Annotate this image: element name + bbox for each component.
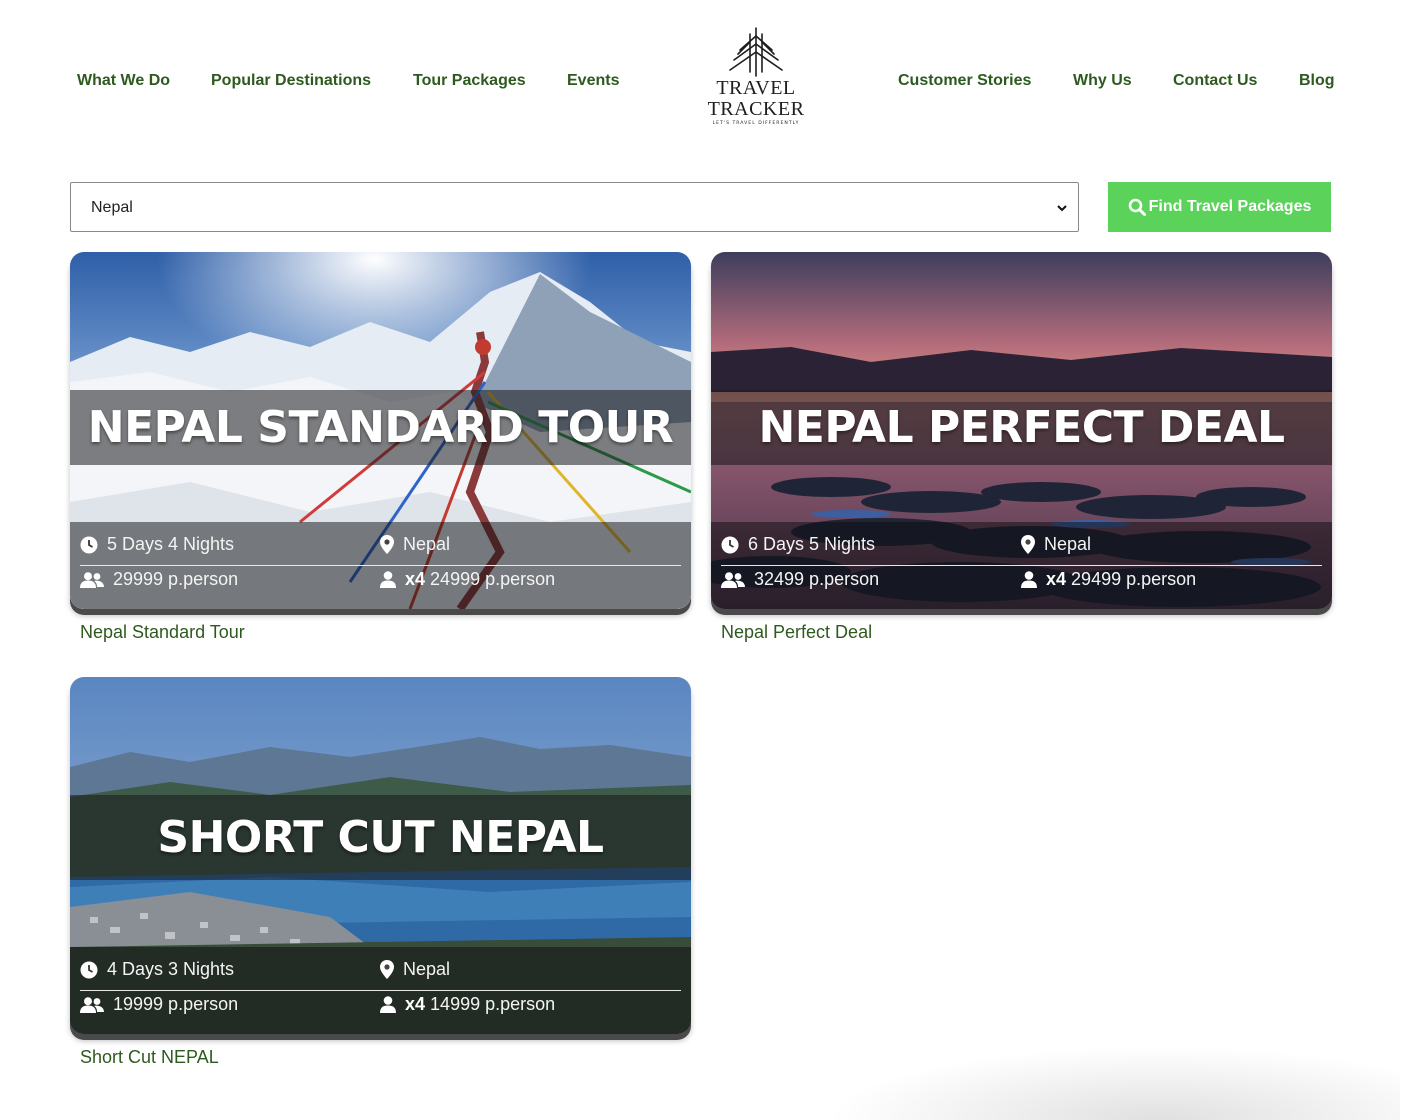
package-title-band: SHORT CUT NEPAL — [70, 795, 691, 880]
nav-tour-packages[interactable]: Tour Packages — [413, 72, 526, 90]
nav-why-us[interactable]: Why Us — [1073, 72, 1132, 90]
nav-contact-us[interactable]: Contact Us — [1173, 72, 1257, 90]
location-info: Nepal — [380, 959, 450, 980]
user-icon — [380, 996, 396, 1013]
package-location: Nepal — [1044, 534, 1092, 554]
group-users-icon — [80, 571, 104, 588]
package-info-bar: 5 Days 4 Nights Nepal 29999 p.person x4 … — [70, 522, 691, 609]
location-pin-icon — [1021, 535, 1035, 554]
package-card: SHORT CUT NEPAL 4 Days 3 Nights Nepal 19… — [70, 677, 691, 1067]
info-divider — [80, 990, 681, 991]
package-title-link[interactable]: Nepal Standard Tour — [80, 622, 245, 643]
single-price-info: x4 29499 p.person — [1021, 569, 1196, 590]
clock-icon — [721, 536, 739, 553]
package-title-link[interactable]: Nepal Perfect Deal — [721, 622, 872, 643]
package-info-bar: 6 Days 5 Nights Nepal 32499 p.person x4 … — [711, 522, 1332, 609]
chevron-down-icon — [1057, 205, 1067, 212]
package-location: Nepal — [403, 959, 451, 979]
site-header: What We Do Popular Destinations Tour Pac… — [0, 0, 1401, 160]
find-travel-packages-label: Find Travel Packages — [1148, 198, 1312, 215]
package-info-bar: 4 Days 3 Nights Nepal 19999 p.person x4 … — [70, 947, 691, 1034]
duration-info: 6 Days 5 Nights — [721, 534, 875, 555]
package-image-title: NEPAL PERFECT DEAL — [758, 402, 1285, 453]
package-card-image[interactable]: NEPAL PERFECT DEAL 6 Days 5 Nights Nepal… — [711, 252, 1332, 609]
logo-tagline: LET'S TRAVEL DIFFERENTLY — [712, 121, 800, 126]
location-info: Nepal — [380, 534, 450, 555]
package-card: NEPAL PERFECT DEAL 6 Days 5 Nights Nepal… — [711, 252, 1332, 642]
clock-icon — [80, 536, 98, 553]
group-price: 19999 p.person — [113, 994, 239, 1014]
clock-icon — [80, 961, 98, 978]
nav-popular-destinations[interactable]: Popular Destinations — [211, 72, 371, 90]
package-title-band: NEPAL STANDARD TOUR — [70, 390, 691, 465]
group-price-info: 29999 p.person — [80, 569, 238, 590]
destination-select[interactable]: Nepal — [70, 182, 1079, 232]
package-card-image[interactable]: SHORT CUT NEPAL 4 Days 3 Nights Nepal 19… — [70, 677, 691, 1034]
logo-text-tracker: TRACKER — [707, 98, 805, 120]
package-card: NEPAL STANDARD TOUR 5 Days 4 Nights Nepa… — [70, 252, 691, 642]
page-shadow-decoration — [800, 1040, 1400, 1120]
info-divider — [721, 565, 1322, 566]
single-price: 29499 p.person — [1071, 569, 1197, 589]
single-price: 24999 p.person — [430, 569, 556, 589]
nav-events[interactable]: Events — [567, 72, 619, 90]
group-price-info: 32499 p.person — [721, 569, 879, 590]
info-divider — [80, 565, 681, 566]
package-title-band: NEPAL PERFECT DEAL — [711, 390, 1332, 465]
tree-logo-icon — [729, 27, 783, 77]
group-users-icon — [80, 996, 104, 1013]
package-duration: 4 Days 3 Nights — [107, 959, 235, 979]
price-multiplier: x4 — [405, 994, 426, 1014]
duration-info: 4 Days 3 Nights — [80, 959, 234, 980]
single-price-info: x4 24999 p.person — [380, 569, 555, 590]
duration-info: 5 Days 4 Nights — [80, 534, 234, 555]
group-users-icon — [721, 571, 745, 588]
price-multiplier: x4 — [405, 569, 426, 589]
group-price-info: 19999 p.person — [80, 994, 238, 1015]
user-icon — [380, 571, 396, 588]
single-price: 14999 p.person — [430, 994, 556, 1014]
package-duration: 6 Days 5 Nights — [748, 534, 876, 554]
package-image-title: NEPAL STANDARD TOUR — [87, 402, 674, 453]
search-icon — [1128, 198, 1146, 216]
site-logo[interactable]: TRAVEL TRACKER LET'S TRAVEL DIFFERENTLY — [704, 26, 808, 138]
location-info: Nepal — [1021, 534, 1091, 555]
package-card-image[interactable]: NEPAL STANDARD TOUR 5 Days 4 Nights Nepa… — [70, 252, 691, 609]
group-price: 29999 p.person — [113, 569, 239, 589]
single-price-info: x4 14999 p.person — [380, 994, 555, 1015]
destination-select-value: Nepal — [91, 199, 133, 216]
package-title-link[interactable]: Short Cut NEPAL — [80, 1047, 219, 1068]
package-location: Nepal — [403, 534, 451, 554]
nav-blog[interactable]: Blog — [1299, 72, 1335, 90]
logo-text-travel: TRAVEL — [716, 77, 796, 99]
location-pin-icon — [380, 535, 394, 554]
package-image-title: SHORT CUT NEPAL — [157, 812, 604, 863]
find-travel-packages-button[interactable]: Find Travel Packages — [1108, 182, 1331, 232]
group-price: 32499 p.person — [754, 569, 880, 589]
location-pin-icon — [380, 960, 394, 979]
package-duration: 5 Days 4 Nights — [107, 534, 235, 554]
nav-customer-stories[interactable]: Customer Stories — [898, 72, 1031, 90]
price-multiplier: x4 — [1046, 569, 1067, 589]
user-icon — [1021, 571, 1037, 588]
nav-what-we-do[interactable]: What We Do — [77, 72, 170, 90]
